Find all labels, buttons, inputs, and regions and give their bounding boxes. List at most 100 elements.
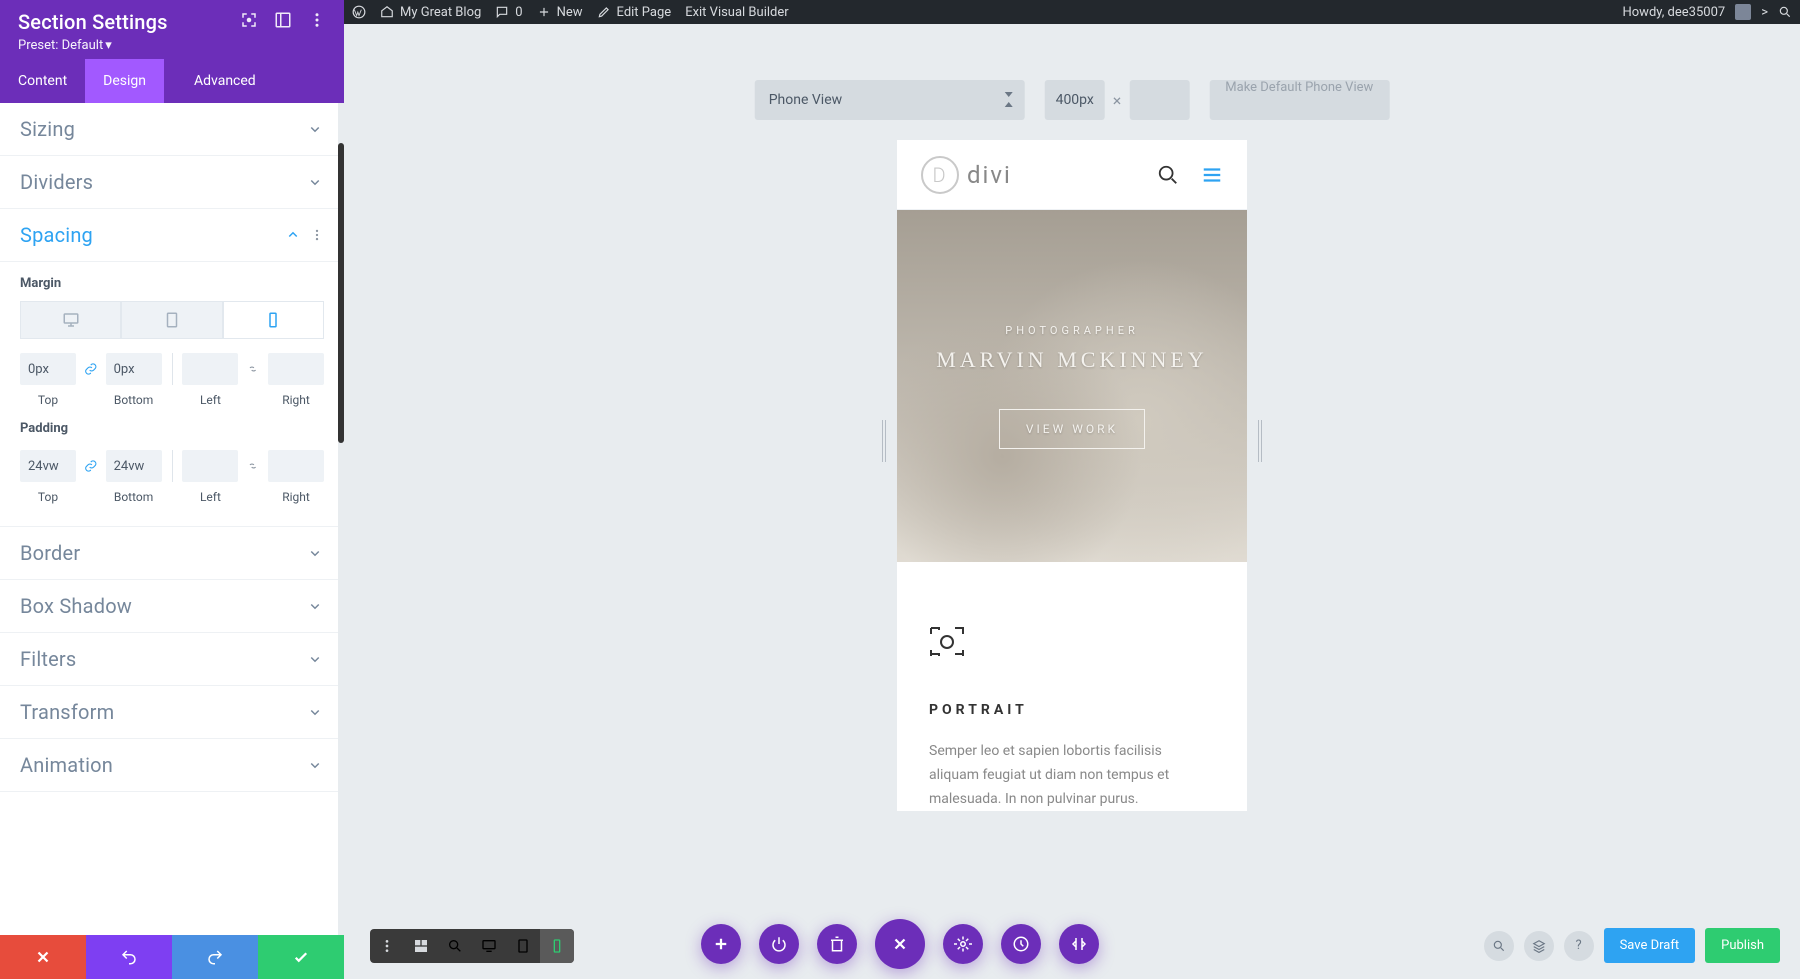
layout-icon[interactable]	[274, 11, 292, 33]
viewport-controls: Phone View × Make Default Phone View	[755, 80, 1390, 120]
camera-icon	[929, 624, 965, 660]
section-border[interactable]: Border	[0, 527, 344, 580]
layers-icon[interactable]	[1059, 924, 1099, 964]
section-boxshadow[interactable]: Box Shadow	[0, 580, 344, 633]
chevron-down-icon	[306, 703, 324, 721]
chevron-down-icon	[306, 120, 324, 138]
kebab-icon[interactable]	[308, 11, 326, 33]
unlink-icon[interactable]	[246, 458, 260, 474]
section-sizing[interactable]: Sizing	[0, 103, 344, 156]
dimension-separator: ×	[1113, 91, 1122, 110]
hero-cta-button[interactable]: VIEW WORK	[999, 409, 1145, 449]
wp-admin-bar: My Great Blog 0 New Edit Page Exit Visua…	[344, 0, 1800, 24]
close-button[interactable]	[0, 935, 86, 979]
avatar[interactable]	[1735, 4, 1751, 20]
margin-left-input[interactable]	[182, 353, 238, 385]
content-section: PORTRAIT Semper leo et sapien lobortis f…	[897, 562, 1247, 811]
new-link[interactable]: New	[537, 5, 583, 20]
site-link[interactable]: My Great Blog	[380, 5, 481, 20]
padding-top-input[interactable]	[20, 450, 76, 482]
zoom-icon[interactable]	[438, 929, 472, 963]
margin-bottom-input[interactable]	[106, 353, 162, 385]
unlink-icon[interactable]	[246, 361, 260, 377]
device-phone[interactable]	[223, 301, 324, 339]
wp-logo[interactable]	[352, 5, 366, 19]
zoom-small-icon[interactable]	[1484, 931, 1514, 961]
section-filters[interactable]: Filters	[0, 633, 344, 686]
more-icon[interactable]	[370, 929, 404, 963]
desktop-view-icon[interactable]	[472, 929, 506, 963]
chevron-down-icon	[306, 597, 324, 615]
kebab-icon[interactable]	[310, 228, 324, 242]
device-desktop[interactable]	[20, 301, 121, 339]
focus-icon[interactable]	[240, 11, 258, 33]
padding-bottom-input[interactable]	[106, 450, 162, 482]
add-button[interactable]	[701, 924, 741, 964]
delete-icon[interactable]	[817, 924, 857, 964]
content-text: Semper leo et sapien lobortis facilisis …	[929, 740, 1215, 811]
chevron-down-icon	[306, 173, 324, 191]
padding-left-input[interactable]	[182, 450, 238, 482]
tab-design[interactable]: Design	[85, 59, 164, 103]
save-draft-button[interactable]: Save Draft	[1604, 928, 1696, 963]
help-icon[interactable]: ?	[1564, 931, 1594, 961]
padding-right-input[interactable]	[268, 450, 324, 482]
howdy-text[interactable]: Howdy, dee35007	[1622, 5, 1725, 20]
link-icon[interactable]	[84, 361, 98, 377]
gear-icon[interactable]	[943, 924, 983, 964]
link-icon[interactable]	[84, 458, 98, 474]
site-logo[interactable]: D divi	[921, 156, 1012, 194]
height-input[interactable]	[1129, 80, 1189, 120]
section-spacing[interactable]: Spacing	[0, 209, 344, 262]
sidebar-footer	[0, 935, 344, 979]
phone-header: D divi	[897, 140, 1247, 210]
history-icon[interactable]	[1001, 924, 1041, 964]
chevron-down-icon	[306, 650, 324, 668]
publish-bar: ? Save Draft Publish	[1484, 928, 1780, 963]
chevron-up-icon	[284, 226, 302, 244]
wireframe-icon[interactable]	[404, 929, 438, 963]
resize-handle-left[interactable]	[882, 420, 886, 462]
section-animation[interactable]: Animation	[0, 739, 344, 792]
layers-small-icon[interactable]	[1524, 931, 1554, 961]
margin-right-input[interactable]	[268, 353, 324, 385]
view-mode-select[interactable]: Phone View	[755, 80, 1025, 120]
device-tablet[interactable]	[121, 301, 222, 339]
edit-page-link[interactable]: Edit Page	[597, 5, 672, 20]
make-default-button[interactable]: Make Default Phone View	[1209, 80, 1389, 120]
comments-link[interactable]: 0	[495, 5, 522, 20]
exit-builder-link[interactable]: Exit Visual Builder	[685, 5, 788, 20]
preset-dropdown[interactable]: Preset: Default ▾	[18, 38, 326, 53]
sidebar-title: Section Settings	[18, 10, 168, 34]
search-icon[interactable]	[1157, 164, 1179, 186]
undo-button[interactable]	[86, 935, 172, 979]
width-input[interactable]	[1045, 80, 1105, 120]
phone-view-icon[interactable]	[540, 929, 574, 963]
section-dividers[interactable]: Dividers	[0, 156, 344, 209]
close-icon[interactable]	[875, 919, 925, 969]
sidebar-header: Section Settings Preset: Default ▾	[0, 0, 344, 59]
power-icon[interactable]	[759, 924, 799, 964]
padding-row: Top Bottom Left Right	[20, 450, 324, 504]
device-toggle	[20, 301, 324, 339]
padding-heading: Padding	[20, 421, 324, 436]
resize-handle-right[interactable]	[1258, 420, 1262, 462]
margin-heading: Margin	[20, 276, 324, 291]
mode-toolbar	[370, 929, 574, 963]
spacing-panel: Margin Top Bottom Left Right Padding Top…	[0, 276, 344, 527]
publish-button[interactable]: Publish	[1705, 928, 1780, 963]
section-transform[interactable]: Transform	[0, 686, 344, 739]
chevron-down-icon	[306, 756, 324, 774]
tab-advanced[interactable]: Advanced	[176, 59, 274, 103]
margin-top-input[interactable]	[20, 353, 76, 385]
search-icon[interactable]	[1778, 5, 1792, 19]
hero-subtitle: PHOTOGRAPHER	[1005, 324, 1138, 337]
hero-title: MARVIN MCKINNEY	[936, 347, 1208, 373]
tab-content[interactable]: Content	[0, 59, 85, 103]
menu-icon[interactable]	[1201, 164, 1223, 186]
phone-preview: D divi PHOTOGRAPHER MARVIN MCKINNEY VIEW…	[897, 140, 1247, 811]
confirm-button[interactable]	[258, 935, 344, 979]
main-canvas: My Great Blog 0 New Edit Page Exit Visua…	[344, 0, 1800, 979]
redo-button[interactable]	[172, 935, 258, 979]
tablet-view-icon[interactable]	[506, 929, 540, 963]
